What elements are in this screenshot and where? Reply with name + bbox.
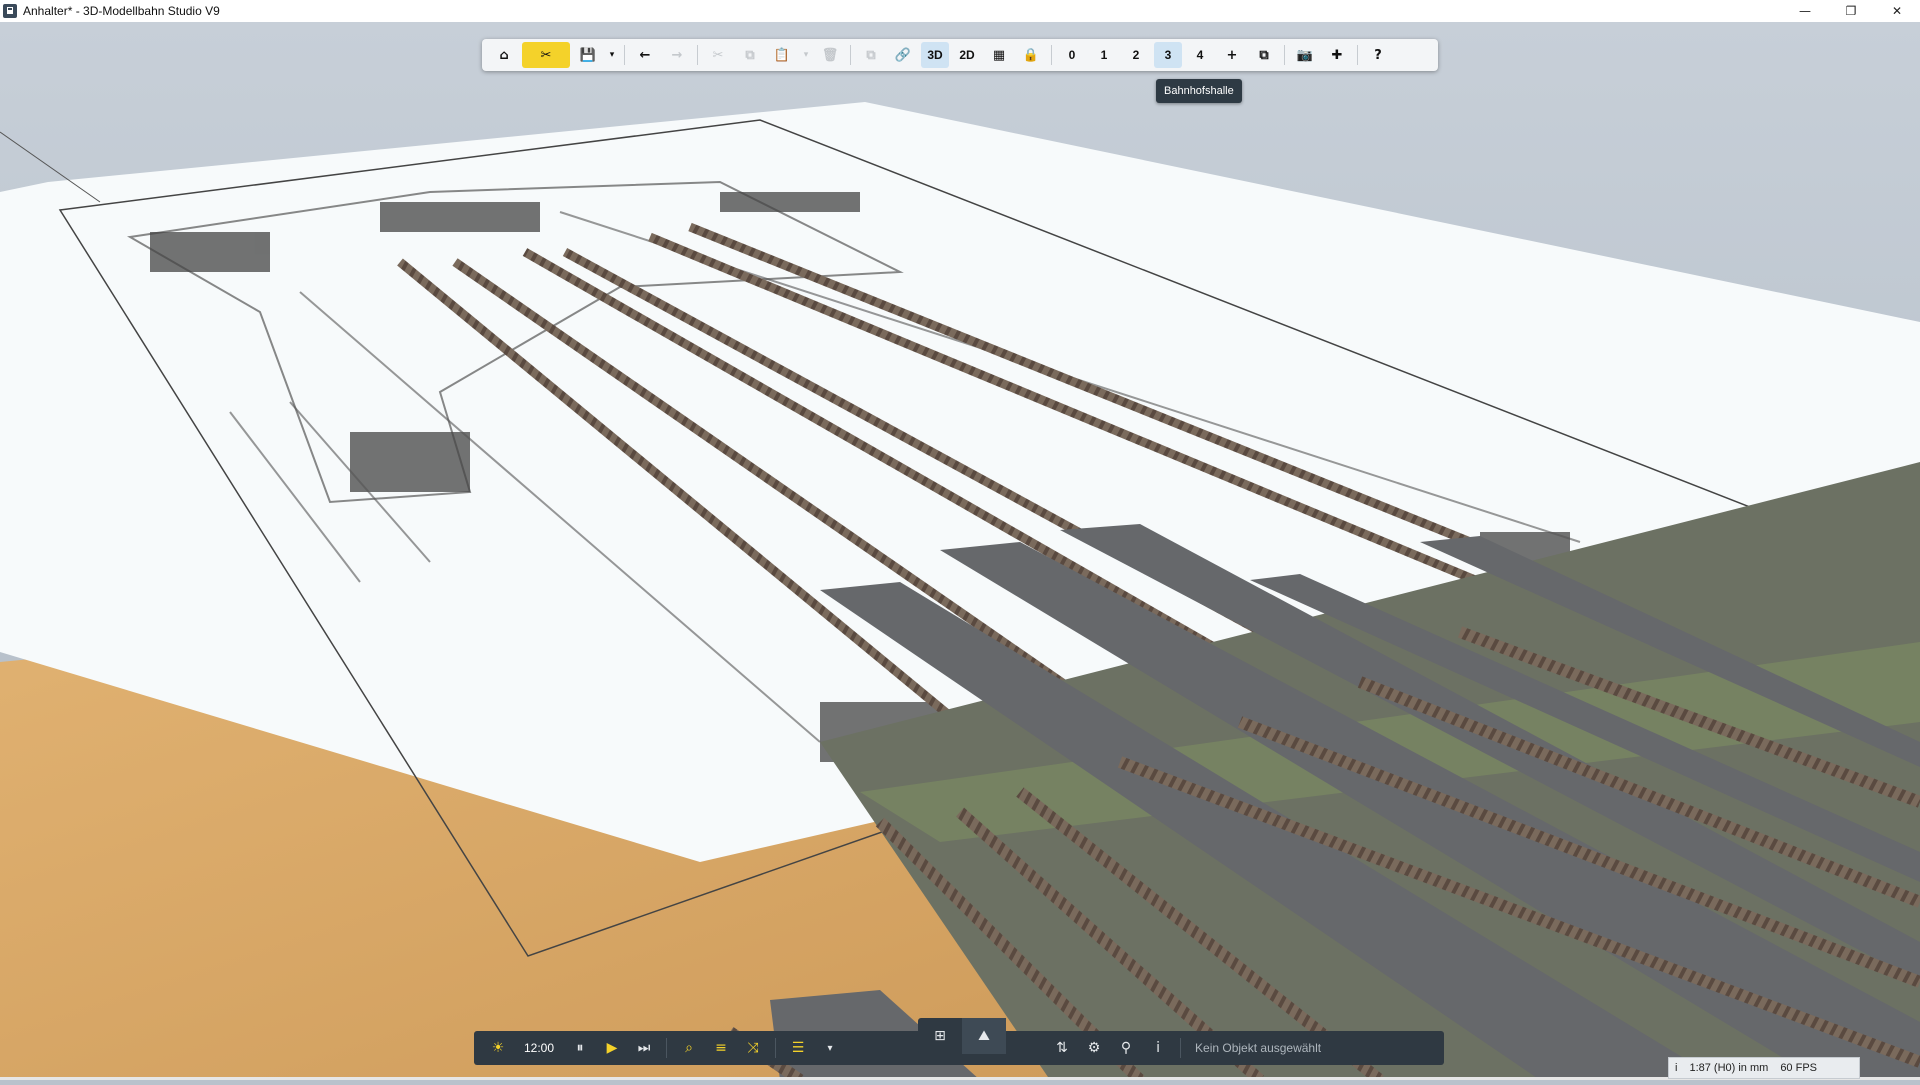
save-button[interactable]: 💾: [574, 42, 602, 68]
step-button[interactable]: ⏭: [630, 1035, 658, 1061]
layer-4-button[interactable]: 4: [1186, 42, 1214, 68]
terrain-mode-button[interactable]: ⛰: [962, 1018, 1006, 1054]
pause-button[interactable]: ⏸: [566, 1035, 594, 1061]
add-layer-button[interactable]: +: [1218, 42, 1246, 68]
fps-label: 60 FPS: [1780, 1062, 1817, 1074]
tooltip-layer: Bahnhofshalle: [1156, 79, 1242, 103]
app-icon: [3, 4, 17, 18]
toolbar-divider: [624, 45, 625, 65]
redo-button[interactable]: →: [663, 42, 691, 68]
title-bar: Anhalter* - 3D-Modellbahn Studio V9 — ❐ …: [0, 0, 1920, 22]
window-button[interactable]: ⧉: [1250, 42, 1278, 68]
cut-button[interactable]: ✂: [704, 42, 732, 68]
info-icon[interactable]: i: [1144, 1035, 1172, 1061]
lock-icon[interactable]: 🔒: [1017, 42, 1045, 68]
play-button[interactable]: ▶: [598, 1035, 626, 1061]
undo-button[interactable]: ←: [631, 42, 659, 68]
status-bar: i 1:87 (H0) in mm 60 FPS: [1668, 1057, 1860, 1079]
settings-icon[interactable]: ⚙: [1080, 1035, 1108, 1061]
toolbar-divider: [1357, 45, 1358, 65]
paste-button[interactable]: 📋: [768, 42, 796, 68]
layer-3-button[interactable]: 3: [1154, 42, 1182, 68]
scene-render: [0, 22, 1920, 1085]
camera-button[interactable]: 📷: [1291, 42, 1319, 68]
toolbar-divider: [1051, 45, 1052, 65]
grid-mode-button[interactable]: ⊞: [918, 1018, 962, 1054]
info-icon[interactable]: i: [1675, 1062, 1677, 1074]
window-title: Anhalter* - 3D-Modellbahn Studio V9: [23, 4, 220, 18]
mode-switcher: ⊞ ⛰: [918, 1018, 1006, 1054]
layer-1-button[interactable]: 1: [1090, 42, 1118, 68]
layer-0-button[interactable]: 0: [1058, 42, 1086, 68]
link-button[interactable]: 🔗: [889, 42, 917, 68]
main-toolbar: ⌂ ✂ 💾 ▾ ← → ✂ ⧉ 📋 ▾ 🗑 ⧉ 🔗 3D 2D ▦ 🔒 0 1 …: [482, 39, 1438, 71]
bottom-bar: ☀ 12:00 ⏸ ▶ ⏭ ⌕ ≡ ⤨ ☰ ▾ ⊞ ⛰ ⇅ ⚙ ⚲ i Kein…: [474, 1018, 1444, 1065]
plugins-button[interactable]: ✚: [1323, 42, 1351, 68]
layer-2-button[interactable]: 2: [1122, 42, 1150, 68]
delete-button[interactable]: 🗑: [816, 42, 844, 68]
shuffle-icon[interactable]: ⤨: [739, 1035, 767, 1061]
restore-button[interactable]: ❐: [1828, 0, 1874, 22]
view-2d-button[interactable]: 2D: [953, 42, 981, 68]
copy-button[interactable]: ⧉: [736, 42, 764, 68]
layers-icon[interactable]: ≡: [707, 1035, 735, 1061]
help-button[interactable]: ?: [1364, 42, 1392, 68]
bottom-divider: [666, 1038, 668, 1058]
toolbar-divider: [850, 45, 851, 65]
bottom-divider: [1180, 1038, 1182, 1058]
save-dropdown-icon[interactable]: ▾: [606, 42, 618, 68]
toolbar-divider: [697, 45, 698, 65]
grid-icon[interactable]: ▦: [985, 42, 1013, 68]
toolbar-divider: [1284, 45, 1285, 65]
sliders-icon[interactable]: ⇅: [1048, 1035, 1076, 1061]
list-dropdown-icon[interactable]: ▾: [816, 1035, 844, 1061]
close-button[interactable]: ✕: [1874, 0, 1920, 22]
list-icon[interactable]: ☰: [784, 1035, 812, 1061]
scale-label: 1:87 (H0) in mm: [1689, 1062, 1769, 1074]
home-button[interactable]: ⌂: [490, 42, 518, 68]
sun-icon[interactable]: ☀: [484, 1035, 512, 1061]
tools-button[interactable]: ✂: [522, 42, 570, 68]
time-display[interactable]: 12:00: [524, 1041, 554, 1055]
paste-dropdown-icon[interactable]: ▾: [800, 42, 812, 68]
view-3d-button[interactable]: 3D: [921, 42, 949, 68]
duplicate-button[interactable]: ⧉: [857, 42, 885, 68]
minimize-button[interactable]: —: [1782, 0, 1828, 22]
selection-status: Kein Objekt ausgewählt: [1195, 1041, 1322, 1055]
bottom-divider: [775, 1038, 777, 1058]
viewport-3d[interactable]: [0, 22, 1920, 1085]
connect-icon[interactable]: ⚲: [1112, 1035, 1140, 1061]
search-icon[interactable]: ⌕: [675, 1035, 703, 1061]
